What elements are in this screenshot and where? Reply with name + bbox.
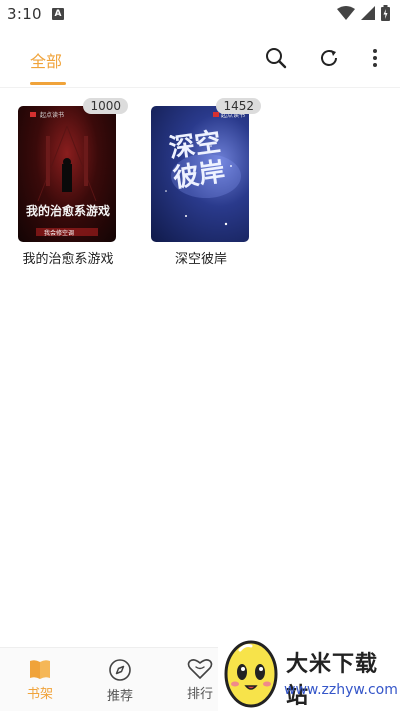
update-count-badge: 1000 xyxy=(83,98,128,114)
watermark-title: 大米下载站 xyxy=(286,652,379,709)
watermark-url: www.zzhyw.com xyxy=(284,682,398,698)
nav-label: 推荐 xyxy=(106,689,133,704)
book-cover[interactable]: 起点读书 我的治愈系游戏 我会修空调 xyxy=(18,106,116,242)
search-icon xyxy=(266,48,287,69)
notification-icon: A xyxy=(52,8,64,20)
update-count-badge: 1452 xyxy=(216,98,261,114)
heart-icon xyxy=(187,659,213,679)
more-vertical-icon xyxy=(373,49,377,67)
status-icons xyxy=(337,5,390,21)
refresh-icon xyxy=(321,50,337,66)
nav-bookshelf[interactable]: 书架 xyxy=(15,658,65,702)
status-time: 3:10 xyxy=(7,5,42,23)
signal-icon xyxy=(361,6,375,20)
book-cover-art xyxy=(30,112,98,236)
cover-title: 深空彼岸 xyxy=(167,127,227,194)
book-title: 深空彼岸 xyxy=(174,252,227,267)
nav-label: 书架 xyxy=(26,687,53,702)
watermark: 大米下载站 www.zzhyw.com xyxy=(218,636,400,711)
book-cover[interactable]: 起点读书 深空彼岸 xyxy=(151,106,249,242)
top-bar: 全部 xyxy=(0,28,400,88)
more-button[interactable] xyxy=(361,44,389,72)
refresh-button[interactable] xyxy=(315,44,343,72)
search-button[interactable] xyxy=(262,44,290,72)
book-title: 我的治愈系游戏 xyxy=(22,252,114,267)
cover-title: 我的治愈系游戏 xyxy=(25,204,110,218)
cover-publisher: 起点读书 xyxy=(40,112,65,119)
nav-recommend[interactable]: 推荐 xyxy=(95,658,145,704)
tab-all[interactable]: 全部 xyxy=(30,48,62,72)
egg-mascot-icon xyxy=(224,640,278,708)
wifi-icon xyxy=(337,6,355,20)
book-icon xyxy=(30,660,50,679)
book-item[interactable]: 起点读书 我的治愈系游戏 我会修空调 1000 我的治愈系游戏 xyxy=(18,98,128,267)
battery-icon xyxy=(381,5,390,21)
compass-icon xyxy=(109,659,131,681)
book-item[interactable]: 起点读书 深空彼岸 1452 深空彼岸 xyxy=(151,98,261,267)
cover-author: 我会修空调 xyxy=(44,230,75,237)
tab-indicator xyxy=(30,82,66,85)
status-bar: 3:10 A xyxy=(0,0,400,28)
